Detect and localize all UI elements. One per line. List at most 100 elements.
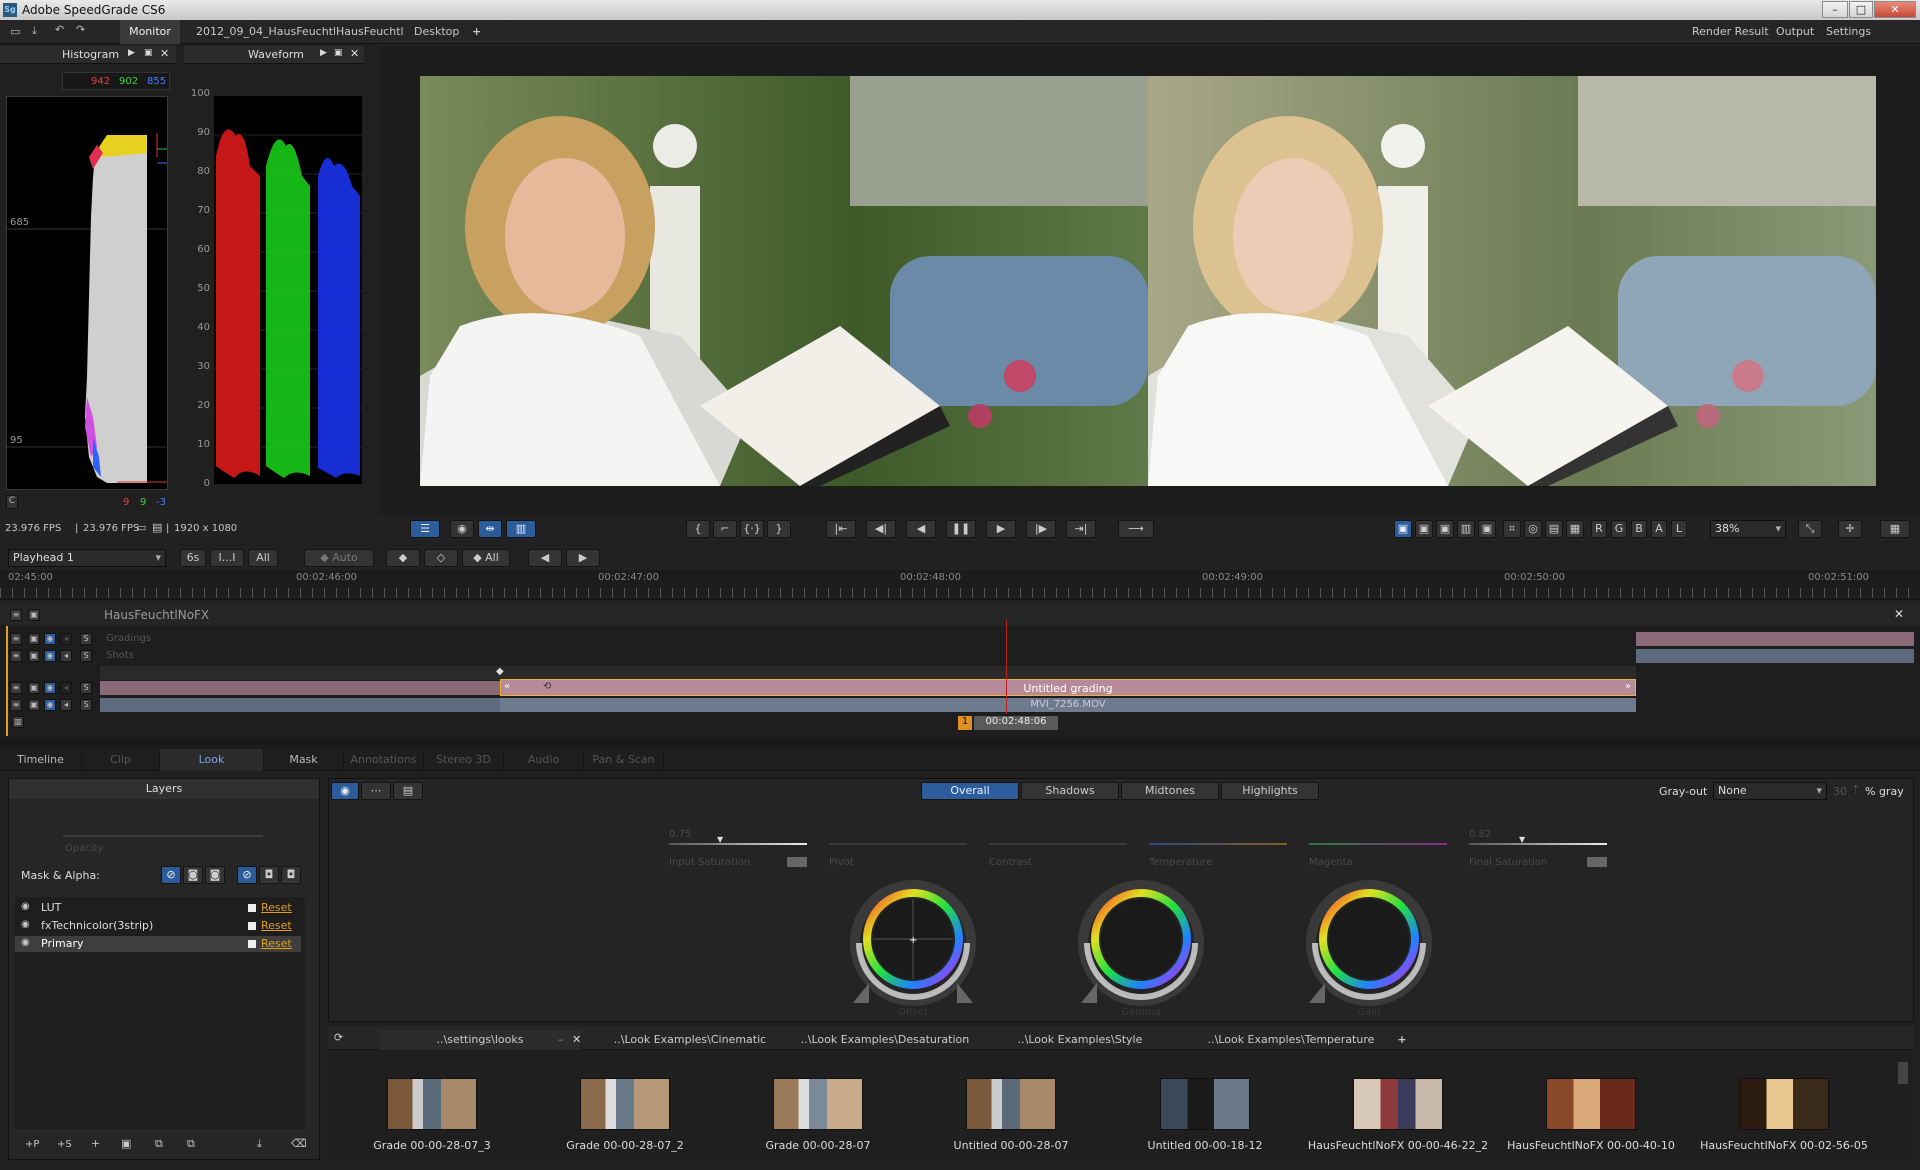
view-mode-icon[interactable]: ▣ [1478, 520, 1496, 538]
tab-monitor[interactable]: Monitor [120, 20, 180, 44]
eye-icon[interactable]: ◉ [44, 633, 56, 645]
play-reverse-icon[interactable]: ◀ [906, 520, 936, 538]
opacity-slider[interactable] [63, 835, 263, 837]
add-looks-tab-icon[interactable]: + [1394, 1030, 1410, 1050]
channel-l-button[interactable]: L [1671, 520, 1687, 538]
look-thumbnail[interactable] [1353, 1078, 1443, 1130]
panel-menu-icon[interactable]: ▶ [128, 48, 135, 58]
looks-tab-style[interactable]: ..\Look Examples\Style [1000, 1030, 1160, 1050]
lock-icon[interactable]: ▣ [28, 650, 40, 662]
maximize-button[interactable]: □ [1849, 1, 1873, 18]
shot-clip-before[interactable] [100, 698, 500, 712]
looks-tab-settings[interactable]: ..\settings\looks – ✕ [380, 1030, 581, 1050]
set-in-icon[interactable]: ⌐ [713, 520, 737, 538]
eye-icon[interactable]: ◉ [44, 682, 56, 694]
tab-midtones[interactable]: Midtones [1121, 782, 1219, 800]
track-settings-icon[interactable]: ≡ [10, 609, 22, 621]
contrast-slider[interactable] [989, 843, 1127, 845]
look-thumbnail[interactable] [1160, 1078, 1250, 1130]
untitled-grading-clip[interactable]: « ⟲ Untitled grading » [500, 679, 1636, 696]
final-saturation-toggle[interactable] [1587, 857, 1607, 867]
add-keyframe-icon[interactable]: ◆ [386, 549, 420, 567]
offset-wheel[interactable]: + Offset [849, 879, 977, 1018]
reset-link[interactable]: Reset [261, 919, 292, 932]
prev-keyframe-icon[interactable]: ◀ [528, 549, 562, 567]
viewer-original-image[interactable] [420, 76, 1148, 486]
tab-desktop[interactable]: Desktop [406, 20, 467, 44]
tab-audio[interactable]: Audio [504, 749, 584, 771]
all-keyframes-button[interactable]: ◆ All [462, 549, 510, 567]
loop-icon[interactable]: ⟶ [1118, 520, 1154, 538]
solo-button[interactable]: S [80, 699, 92, 711]
alpha-off-icon[interactable]: ⊘ [237, 866, 257, 884]
look-thumbnail[interactable] [387, 1078, 477, 1130]
gray-percent[interactable]: 30 [1833, 785, 1847, 798]
center-icon[interactable]: ✛ [1838, 520, 1862, 538]
remove-keyframe-icon[interactable]: ◇ [424, 549, 458, 567]
eye-icon[interactable]: ◉ [21, 919, 30, 930]
display-icon[interactable]: ▤ [152, 521, 162, 534]
mask-icon[interactable]: ◙ [183, 866, 203, 884]
input-saturation-slider[interactable] [669, 843, 807, 845]
save-look-icon[interactable]: ⤓ [257, 1137, 262, 1151]
shot-clip-end[interactable] [1636, 649, 1914, 663]
close-sequence-icon[interactable]: ✕ [1894, 607, 1904, 621]
speaker-icon[interactable]: ◂ [60, 633, 72, 645]
panel-menu-icon[interactable]: ▶ [320, 48, 327, 58]
go-to-start-icon[interactable]: |⇤ [826, 520, 856, 538]
view-mode-icon[interactable]: ▣ [1436, 520, 1454, 538]
eye-icon[interactable]: ◉ [44, 699, 56, 711]
lock-icon[interactable]: ▣ [334, 48, 343, 58]
final-saturation-slider[interactable] [1469, 843, 1607, 845]
view-mode-icon[interactable]: ▣ [1415, 520, 1433, 538]
overlay-button[interactable]: ▥ [506, 520, 536, 538]
looks-tab-cinematic[interactable]: ..\Look Examples\Cinematic [610, 1030, 770, 1050]
play-icon[interactable]: ▶ [986, 520, 1016, 538]
mask-off-icon[interactable]: ⊘ [161, 866, 181, 884]
solo-button[interactable]: S [80, 682, 92, 694]
tab-pan-scan[interactable]: Pan & Scan [584, 749, 664, 771]
solo-button[interactable]: S [80, 650, 92, 662]
minimize-button[interactable]: – [1822, 1, 1848, 18]
look-thumbnail[interactable] [773, 1078, 863, 1130]
render-result-button[interactable]: Render Result [1684, 20, 1777, 44]
stereo-icon[interactable]: ◎ [1524, 520, 1542, 538]
channel-g-button[interactable]: G [1611, 520, 1627, 538]
channel-b-button[interactable]: B [1631, 520, 1647, 538]
grid-icon[interactable]: ▦ [1566, 520, 1584, 538]
speaker-icon[interactable]: ◂ [60, 699, 72, 711]
up-arrow-icon[interactable]: ⇡ [1851, 783, 1860, 796]
slider-mode-icon[interactable]: ⋯ [361, 782, 391, 800]
lock-icon[interactable]: ▣ [28, 633, 40, 645]
flatten-icon[interactable]: ⧉ [187, 1137, 195, 1151]
tab-look[interactable]: Look [160, 749, 264, 771]
viewer-graded-image[interactable] [1148, 76, 1876, 486]
alpha-invert-icon[interactable]: ◘ [281, 866, 301, 884]
grading-clip-before[interactable] [100, 681, 500, 695]
all-button[interactable]: All [248, 549, 278, 567]
add-primary-button[interactable]: +P [25, 1139, 39, 1150]
film-icon[interactable]: ▥ [12, 716, 24, 728]
output-button[interactable]: Output [1768, 20, 1822, 44]
layout-icon[interactable]: ▦ [1880, 520, 1910, 538]
open-folder-icon[interactable]: ▭ [10, 25, 20, 38]
shot-clip[interactable]: MVI_7256.MOV [500, 698, 1636, 712]
gain-wheel[interactable]: Gain [1305, 879, 1433, 1018]
merge-icon[interactable]: ⧉ [155, 1137, 163, 1151]
look-thumbnail[interactable] [966, 1078, 1056, 1130]
lock-icon[interactable]: ▣ [28, 609, 40, 621]
eye-icon[interactable]: ◉ [21, 937, 30, 948]
close-window-button[interactable]: ✕ [1874, 1, 1916, 18]
layer-row-selected[interactable]: ◉ Primary Reset [15, 936, 301, 952]
layer-toggle[interactable] [248, 940, 256, 948]
add-secondary-button[interactable]: +S [57, 1139, 72, 1150]
add-tab-button[interactable]: + [464, 20, 489, 44]
grading-clip-end[interactable] [1636, 632, 1914, 646]
tab-overall[interactable]: Overall [921, 782, 1019, 800]
looks-scrollbar[interactable] [1898, 1062, 1908, 1084]
go-to-end-icon[interactable]: ⇥| [1066, 520, 1096, 538]
mark-in-icon[interactable]: { [686, 520, 710, 538]
looks-tab-desaturation[interactable]: ..\Look Examples\Desaturation [800, 1030, 970, 1050]
playhead-line[interactable] [1006, 620, 1007, 714]
tab-highlights[interactable]: Highlights [1221, 782, 1319, 800]
